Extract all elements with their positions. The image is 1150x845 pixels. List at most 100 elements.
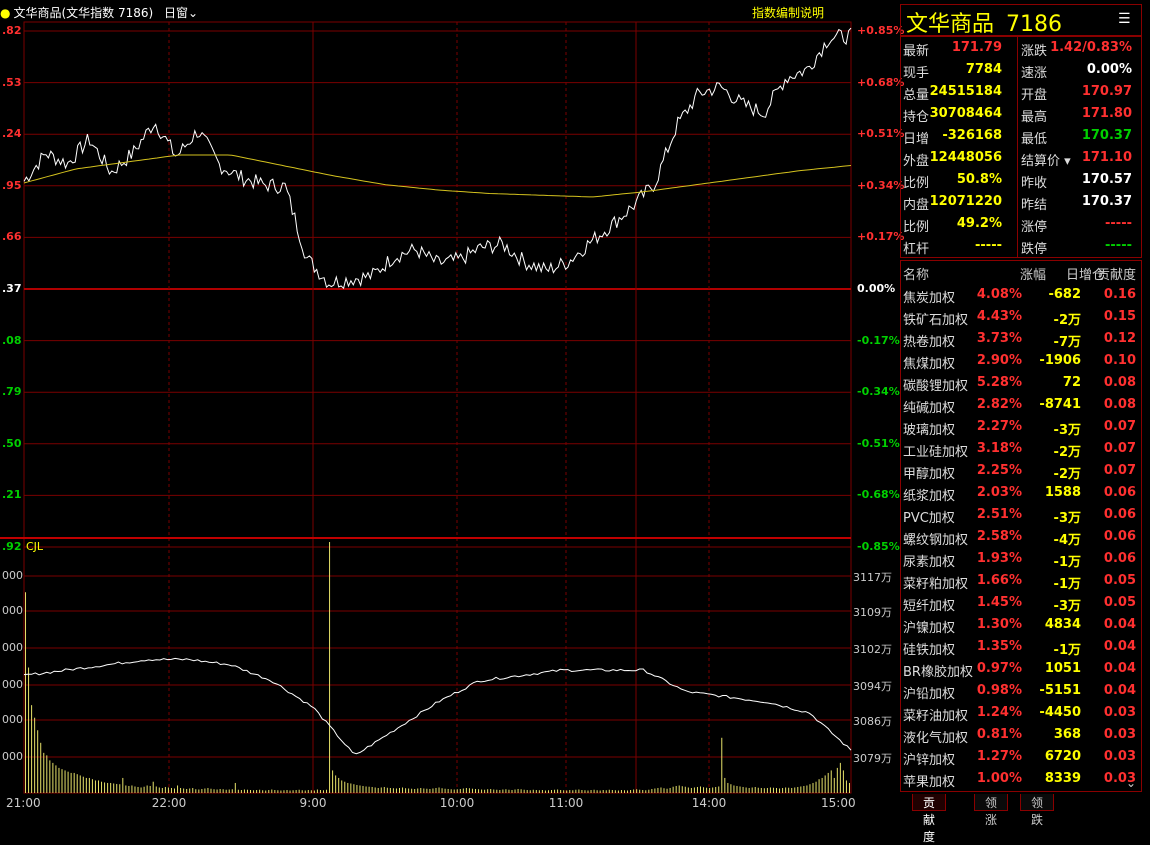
- table-row[interactable]: 纸浆加权 2.03% 1588 0.06: [900, 485, 1144, 507]
- commodity-name: 工业硅加权: [903, 445, 969, 460]
- table-row[interactable]: 焦炭加权 4.08% -682 0.16: [900, 287, 1144, 309]
- oi-change: 1588: [1044, 485, 1081, 500]
- commodity-name: 玻璃加权: [903, 423, 956, 438]
- change-pct: 1.27%: [976, 749, 1022, 764]
- table-row[interactable]: 沪镍加权 1.30% 4834 0.04: [900, 617, 1144, 639]
- table-row[interactable]: PVC加权 2.51% -3万 0.06: [900, 507, 1144, 529]
- quote-value: -----: [975, 238, 1002, 253]
- commodity-name: 纸浆加权: [903, 489, 956, 504]
- table-row[interactable]: 菜籽油加权 1.24% -4450 0.03: [900, 705, 1144, 727]
- table-row[interactable]: 铁矿石加权 4.43% -2万 0.15: [900, 309, 1144, 331]
- contribution: 0.04: [1103, 661, 1136, 676]
- tab-leading-up[interactable]: 领涨: [974, 794, 1009, 827]
- commodity-name: 沪镍加权: [903, 621, 956, 636]
- contribution: 0.08: [1103, 375, 1136, 390]
- oi-change: -7万: [1053, 335, 1081, 350]
- quote-value: 171.10: [1081, 150, 1132, 165]
- instrument-code: 7186: [1006, 12, 1063, 37]
- table-row[interactable]: 玻璃加权 2.27% -3万 0.07: [900, 419, 1144, 441]
- open-interest-tick-label: 3117万: [853, 571, 892, 584]
- oi-change: -3万: [1053, 599, 1081, 614]
- pct-tick-label: -0.34%: [857, 385, 900, 399]
- table-row[interactable]: 沪铅加权 0.98% -5151 0.04: [900, 683, 1144, 705]
- contribution: 0.03: [1103, 705, 1136, 720]
- contribution: 0.05: [1103, 595, 1136, 610]
- pct-tick-label: -0.17%: [857, 333, 900, 347]
- pct-tick-label: -0.51%: [857, 436, 900, 450]
- commodity-name: 硅铁加权: [903, 643, 956, 658]
- quote-value: 171.79: [951, 40, 1002, 55]
- oi-change: -1万: [1053, 577, 1081, 592]
- volume-indicator-label: CJL: [26, 540, 44, 553]
- table-row[interactable]: BR橡胶加权 0.97% 1051 0.04: [900, 661, 1144, 683]
- table-row[interactable]: 甲醇加权 2.25% -2万 0.07: [900, 463, 1144, 485]
- contribution: 0.15: [1103, 309, 1136, 324]
- table-row[interactable]: 工业硅加权 3.18% -2万 0.07: [900, 441, 1144, 463]
- change-pct: 2.51%: [976, 507, 1022, 522]
- change-pct: 0.81%: [976, 727, 1022, 742]
- status-dot-icon: ●: [0, 6, 11, 20]
- list-icon[interactable]: ☰: [1118, 12, 1132, 26]
- contribution: 0.06: [1103, 507, 1136, 522]
- price-tick-label: .37: [2, 282, 22, 295]
- chevron-down-icon[interactable]: ⌄: [1126, 776, 1136, 790]
- price-tick-label: .53: [2, 75, 22, 89]
- commodity-name: PVC加权: [903, 511, 955, 526]
- table-row[interactable]: 尿素加权 1.93% -1万 0.06: [900, 551, 1144, 573]
- quote-value: -----: [1105, 216, 1132, 231]
- instrument-label: 文华商品(文华指数 7186): [13, 6, 154, 20]
- quote-value: 170.97: [1081, 84, 1132, 99]
- quote-value: 50.8%: [956, 172, 1002, 187]
- table-row[interactable]: 短纤加权 1.45% -3万 0.05: [900, 595, 1144, 617]
- index-help-link[interactable]: 指数编制说明: [752, 4, 824, 21]
- change-pct: 0.97%: [976, 661, 1022, 676]
- change-pct: 1.93%: [976, 551, 1022, 566]
- volume-tick-label: 000: [2, 569, 23, 582]
- intraday-chart[interactable]: [0, 0, 900, 819]
- commodity-name: 螺纹钢加权: [903, 533, 969, 548]
- time-tick-label: 15:00: [821, 796, 856, 810]
- pct-tick-label: +0.68%: [857, 75, 905, 89]
- pct-tick-label: +0.34%: [857, 178, 905, 192]
- commodity-name: BR橡胶加权: [903, 665, 973, 680]
- price-line: [23, 27, 852, 290]
- commodity-name: 菜籽油加权: [903, 709, 969, 724]
- contribution: 0.04: [1103, 639, 1136, 654]
- table-row[interactable]: 硅铁加权 1.35% -1万 0.04: [900, 639, 1144, 661]
- table-row[interactable]: 焦煤加权 2.90% -1906 0.10: [900, 353, 1144, 375]
- contribution: 0.03: [1103, 727, 1136, 742]
- table-row[interactable]: 菜籽粕加权 1.66% -1万 0.05: [900, 573, 1144, 595]
- price-tick-label: .79: [2, 385, 22, 399]
- table-row[interactable]: 液化气加权 0.81% 368 0.03: [900, 727, 1144, 749]
- price-tick-label: .82: [2, 24, 22, 37]
- table-row[interactable]: 热卷加权 3.73% -7万 0.12: [900, 331, 1144, 353]
- change-pct: 0.98%: [976, 683, 1022, 698]
- table-row[interactable]: 沪锌加权 1.27% 6720 0.03: [900, 749, 1144, 771]
- column-header[interactable]: 贡献度: [1097, 264, 1136, 283]
- volume-tick-label: 000: [2, 678, 23, 691]
- column-header[interactable]: 涨幅: [1020, 264, 1046, 283]
- period-selector[interactable]: 日窗⌄: [164, 4, 198, 21]
- price-tick-label: .50: [2, 436, 22, 450]
- table-row[interactable]: 螺纹钢加权 2.58% -4万 0.06: [900, 529, 1144, 551]
- open-interest-tick-label: 3102万: [853, 643, 892, 656]
- price-tick-label: .92: [2, 540, 22, 553]
- change-pct: 1.00%: [976, 771, 1022, 786]
- change-pct: 2.58%: [976, 529, 1022, 544]
- tab-contribution[interactable]: 贡献度: [912, 794, 947, 844]
- table-row[interactable]: 碳酸锂加权 5.28% 72 0.08: [900, 375, 1144, 397]
- quote-divider: [1017, 36, 1018, 258]
- table-row[interactable]: 苹果加权 1.00% 8339 0.03: [900, 771, 1144, 793]
- change-pct: 1.35%: [976, 639, 1022, 654]
- time-tick-label: 22:00: [151, 796, 187, 810]
- chevron-down-icon: ⌄: [188, 6, 199, 20]
- quote-value: 1.42/0.83%: [1050, 40, 1132, 55]
- quote-value: 30708464: [929, 106, 1002, 121]
- tab-leading-down[interactable]: 领跌: [1020, 794, 1055, 827]
- oi-change: -2万: [1053, 467, 1081, 482]
- pct-tick-label: -0.68%: [857, 488, 900, 502]
- table-row[interactable]: 纯碱加权 2.82% -8741 0.08: [900, 397, 1144, 419]
- volume-tick-label: 000: [2, 750, 23, 763]
- price-tick-label: .66: [2, 230, 22, 244]
- column-header[interactable]: 名称: [903, 264, 929, 283]
